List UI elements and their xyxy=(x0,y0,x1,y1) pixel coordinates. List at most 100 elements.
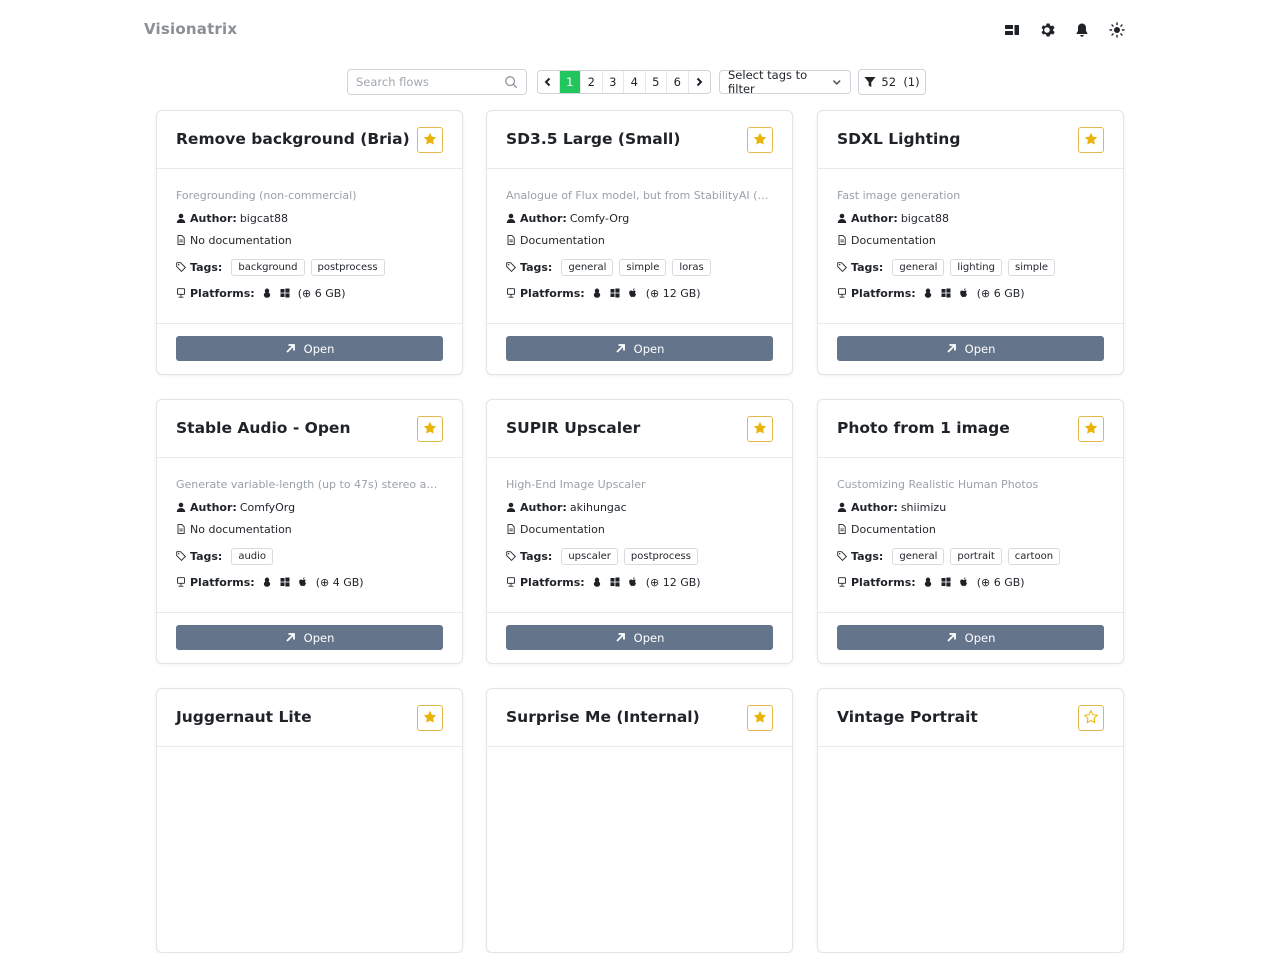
sun-icon[interactable] xyxy=(1108,21,1126,39)
tag-chip[interactable]: loras xyxy=(672,258,711,276)
star-icon xyxy=(423,420,437,439)
page-button-5[interactable]: 5 xyxy=(646,71,667,93)
tag-icon xyxy=(506,262,520,272)
card-description: Generate variable-length (up to 47s) ste… xyxy=(176,478,443,491)
tag-chip[interactable]: general xyxy=(892,547,945,565)
star-icon xyxy=(753,420,767,439)
windows-icon xyxy=(937,577,955,587)
chevron-down-icon xyxy=(833,80,842,85)
documentation-link[interactable]: Documentation xyxy=(851,234,936,247)
tag-chip[interactable]: background xyxy=(231,258,305,276)
memory-requirement: (⊕ 12 GB) xyxy=(645,575,701,589)
favorite-button[interactable] xyxy=(747,416,773,442)
user-icon xyxy=(176,213,190,223)
author-name: ComfyOrg xyxy=(239,500,296,514)
tags-row: Tags: general portrait cartoon xyxy=(837,546,1104,566)
tag-icon xyxy=(176,551,190,561)
author-name: bigcat88 xyxy=(900,211,949,225)
platforms-row: Platforms: (⊕ 6 GB) xyxy=(176,286,443,300)
tag-chip[interactable]: cartoon xyxy=(1007,547,1061,565)
card-body: Analogue of Flux model, but from Stabili… xyxy=(487,169,792,324)
favorite-button[interactable] xyxy=(417,127,443,153)
card-title: Stable Audio - Open xyxy=(176,419,351,437)
tag-icon xyxy=(837,262,851,272)
platforms-label: Platforms: xyxy=(520,286,585,300)
search-box xyxy=(347,69,527,95)
filter-button[interactable]: 52 (1) xyxy=(858,69,926,95)
page-button-6[interactable]: 6 xyxy=(667,71,689,93)
tag-chip[interactable]: lighting xyxy=(950,258,1002,276)
arrow-up-right-icon xyxy=(615,632,626,643)
author-label: Author: xyxy=(520,500,567,514)
star-icon xyxy=(1084,420,1098,439)
card-header: Remove background (Bria) xyxy=(157,111,462,169)
tag-chip[interactable]: general xyxy=(892,258,945,276)
favorite-button[interactable] xyxy=(1078,416,1104,442)
docs-row: No documentation xyxy=(176,233,443,247)
open-button[interactable]: Open xyxy=(837,336,1104,361)
apple-icon xyxy=(624,288,642,298)
tag-chip[interactable]: simple xyxy=(619,258,667,276)
platforms-row: Platforms: (⊕ 4 GB) xyxy=(176,575,443,589)
card-header: Stable Audio - Open xyxy=(157,400,462,458)
search-input[interactable] xyxy=(348,70,498,94)
app-title[interactable]: Visionatrix xyxy=(144,20,237,38)
user-icon xyxy=(837,502,851,512)
arrow-up-right-icon xyxy=(615,343,626,354)
documentation-link[interactable]: Documentation xyxy=(520,523,605,536)
favorite-button[interactable] xyxy=(1078,127,1104,153)
docs-row: Documentation xyxy=(837,233,1104,247)
linux-icon xyxy=(919,577,937,587)
tags-filter-select[interactable]: Select tags to filter xyxy=(719,68,851,96)
card-body: Customizing Realistic Human Photos Author… xyxy=(818,458,1123,613)
favorite-button[interactable] xyxy=(747,705,773,731)
apple-icon xyxy=(624,577,642,587)
platform-icon xyxy=(506,577,520,587)
author-row: Author: shiimizu xyxy=(837,500,1104,514)
page-button-3[interactable]: 3 xyxy=(603,71,624,93)
open-button[interactable]: Open xyxy=(506,625,773,650)
linux-icon xyxy=(588,288,606,298)
tag-chip[interactable]: general xyxy=(561,258,614,276)
card-description: Analogue of Flux model, but from Stabili… xyxy=(506,189,773,202)
docs-row: Documentation xyxy=(506,522,773,536)
open-button[interactable]: Open xyxy=(176,625,443,650)
linux-icon xyxy=(258,288,276,298)
prev-page-button[interactable] xyxy=(538,71,560,93)
author-row: Author: akihungac xyxy=(506,500,773,514)
page-button-4[interactable]: 4 xyxy=(624,71,646,93)
documentation-link[interactable]: Documentation xyxy=(851,523,936,536)
gear-icon[interactable] xyxy=(1038,21,1056,39)
open-button[interactable]: Open xyxy=(837,625,1104,650)
chevron-right-icon xyxy=(697,77,703,87)
flow-card: SD3.5 Large (Small) Analogue of Flux mode… xyxy=(486,110,793,375)
tag-chip[interactable]: postprocess xyxy=(310,258,385,276)
open-button[interactable]: Open xyxy=(176,336,443,361)
favorite-button[interactable] xyxy=(417,705,443,731)
card-header: Juggernaut Lite xyxy=(157,689,462,747)
tag-chip[interactable]: portrait xyxy=(950,547,1002,565)
next-page-button[interactable] xyxy=(689,71,711,93)
page-button-2[interactable]: 2 xyxy=(581,71,603,93)
favorite-button[interactable] xyxy=(747,127,773,153)
tag-chip[interactable]: postprocess xyxy=(623,547,698,565)
documentation-link[interactable]: Documentation xyxy=(520,234,605,247)
open-button[interactable]: Open xyxy=(506,336,773,361)
tag-chip[interactable]: upscaler xyxy=(561,547,618,565)
search-icon xyxy=(505,76,518,89)
card-title: Juggernaut Lite xyxy=(176,708,312,726)
platforms-row: Platforms: (⊕ 12 GB) xyxy=(506,575,773,589)
favorite-button[interactable] xyxy=(417,416,443,442)
tag-chip[interactable]: simple xyxy=(1008,258,1056,276)
favorite-button[interactable] xyxy=(1078,705,1104,731)
author-row: Author: bigcat88 xyxy=(176,211,443,225)
platforms-row: Platforms: (⊕ 6 GB) xyxy=(837,286,1104,300)
page-button-1[interactable]: 1 xyxy=(559,71,581,93)
docs-row: No documentation xyxy=(176,522,443,536)
flow-card: SUPIR Upscaler High-End Image Upscaler Aut… xyxy=(486,399,793,664)
tag-chip[interactable]: audio xyxy=(231,547,274,565)
bell-icon[interactable] xyxy=(1073,21,1091,39)
filter-icon xyxy=(864,77,876,87)
card-body: Fast image generation Author: bigcat88 Docu… xyxy=(818,169,1123,324)
dashboard-icon[interactable] xyxy=(1003,21,1021,39)
